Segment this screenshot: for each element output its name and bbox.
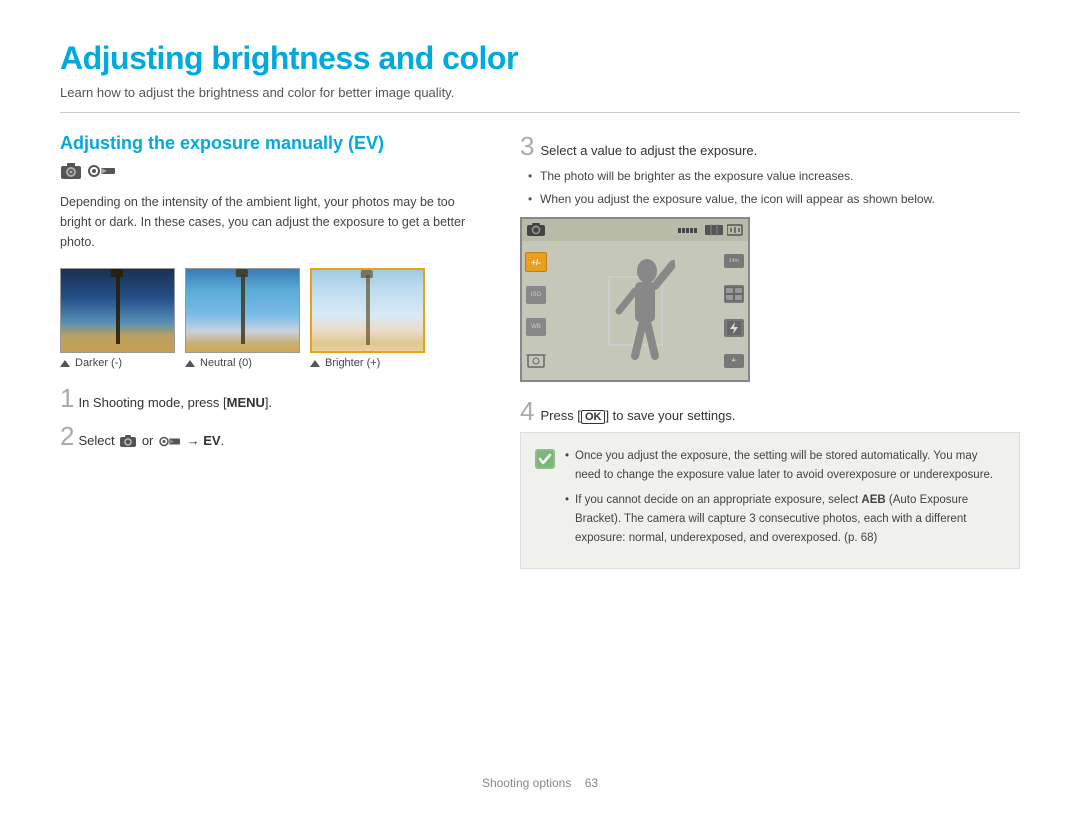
footer-label: Shooting options bbox=[482, 776, 571, 790]
right-column: 3 Select a value to adjust the exposure.… bbox=[520, 133, 1020, 785]
page-footer: Shooting options 63 bbox=[60, 766, 1020, 790]
step-3-text: Select a value to adjust the exposure. bbox=[540, 143, 757, 158]
lcd-burst-icon bbox=[727, 224, 743, 236]
camera-icon bbox=[60, 162, 82, 180]
info-bullet-1: Once you adjust the exposure, the settin… bbox=[565, 447, 1005, 485]
info-icon bbox=[535, 449, 555, 469]
lcd-focus-icon bbox=[526, 351, 546, 369]
lcd-camera-icon bbox=[527, 223, 545, 237]
lcd-battery-row bbox=[678, 224, 743, 236]
caption-darker: Darker (-) bbox=[75, 357, 122, 369]
info-text-content: Once you adjust the exposure, the settin… bbox=[565, 447, 1005, 554]
info-bullet-2: If you cannot decide on an appropriate e… bbox=[565, 491, 1005, 548]
ev-icon-svg: +/- bbox=[527, 254, 545, 270]
bullet-1: The photo will be brighter as the exposu… bbox=[528, 167, 1020, 186]
body-text: Depending on the intensity of the ambien… bbox=[60, 192, 480, 252]
flash-icon-svg bbox=[727, 321, 741, 335]
step-2: 2 Shooting options Select or bbox=[60, 423, 480, 451]
lcd-size-icon: 14m bbox=[724, 254, 744, 268]
photo-neutral: Neutral (0) bbox=[185, 268, 300, 369]
lcd-quality-icon bbox=[724, 285, 744, 303]
step-1-number: 1 bbox=[60, 385, 74, 411]
step-4-number: 4 bbox=[520, 398, 534, 424]
info-check-icon bbox=[537, 451, 553, 467]
photo-examples: Darker (-) Neutral (0) bbox=[60, 268, 480, 369]
footer-page-number: 63 bbox=[585, 776, 598, 790]
ok-key: OK bbox=[581, 410, 606, 424]
lcd-center bbox=[550, 241, 720, 380]
lcd-silhouette bbox=[605, 256, 665, 366]
lcd-flash-icon bbox=[724, 319, 744, 337]
inline-video-icon bbox=[159, 435, 181, 448]
lcd-right-icons: 14m bbox=[720, 241, 748, 380]
left-column: Adjusting the exposure manually (EV) bbox=[60, 133, 480, 785]
inline-camera-icon bbox=[120, 435, 136, 448]
svg-text:+/-: +/- bbox=[531, 258, 541, 267]
step-4: 4 Press [OK] to save your settings. bbox=[520, 398, 1020, 424]
step-4-text: Press [OK] to save your settings. bbox=[540, 408, 735, 424]
photo-darker: Darker (-) bbox=[60, 268, 175, 369]
caption-neutral: Neutral (0) bbox=[200, 357, 252, 369]
quality-icon-svg bbox=[725, 287, 743, 301]
page-title: Adjusting brightness and color bbox=[60, 40, 1020, 77]
step-1-text: In Shooting mode, press [MENU]. bbox=[78, 393, 272, 413]
page-subtitle: Learn how to adjust the brightness and c… bbox=[60, 85, 1020, 113]
person-silhouette bbox=[605, 256, 675, 376]
step-2-number: 2 bbox=[60, 423, 74, 449]
lcd-top-bar bbox=[522, 219, 748, 241]
lcd-ev-icon: +/- bbox=[525, 252, 547, 272]
caption-brighter: Brighter (+) bbox=[325, 357, 380, 369]
lcd-main-area: +/- ISO WB bbox=[522, 241, 748, 380]
lcd-bottom-icon bbox=[525, 350, 547, 370]
lcd-left-icons: +/- ISO WB bbox=[522, 241, 550, 380]
bullet-2: When you adjust the exposure value, the … bbox=[528, 190, 1020, 209]
video-icon bbox=[88, 162, 116, 180]
step-2-text: Shooting options Select or bbox=[78, 431, 224, 451]
step-3-bullets: The photo will be brighter as the exposu… bbox=[520, 167, 1020, 209]
section-heading: Adjusting the exposure manually (EV) bbox=[60, 133, 480, 154]
lcd-iso-icon: ISO bbox=[526, 286, 546, 304]
lcd-wb-icon: WB bbox=[526, 318, 546, 336]
photo-brighter: Brighter (+) bbox=[310, 268, 425, 369]
lcd-zoom-icon: 4ⁿ bbox=[724, 354, 744, 368]
lcd-mode-icon bbox=[705, 224, 723, 236]
camera-mode-icons bbox=[60, 162, 480, 180]
step-3-number: 3 bbox=[520, 133, 534, 159]
step-3: 3 Select a value to adjust the exposure. bbox=[520, 133, 1020, 159]
info-box: Once you adjust the exposure, the settin… bbox=[520, 432, 1020, 569]
lcd-display: +/- ISO WB bbox=[520, 217, 750, 382]
step-1: 1 In Shooting mode, press [MENU]. bbox=[60, 385, 480, 413]
